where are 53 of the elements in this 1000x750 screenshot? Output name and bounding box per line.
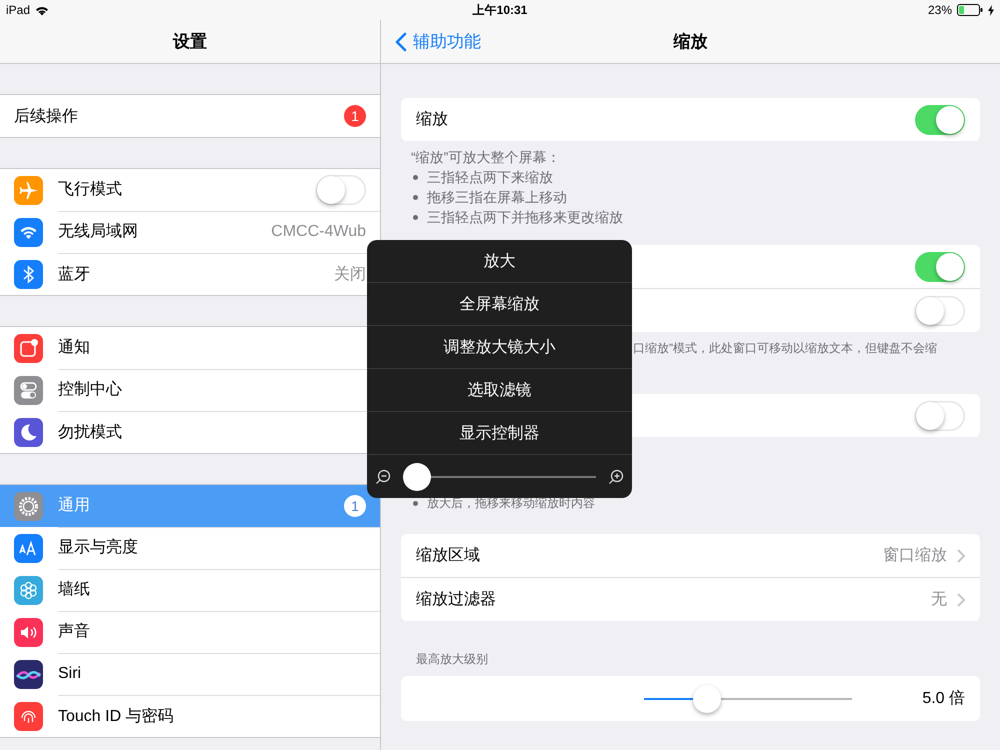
row-value: 无 xyxy=(931,590,947,610)
slider-thumb[interactable] xyxy=(692,684,721,712)
menu-item[interactable]: 全屏幕缩放 xyxy=(367,283,632,326)
back-button[interactable]: 辅助功能 xyxy=(391,20,485,63)
zoom-out-icon[interactable] xyxy=(375,468,391,484)
section-header: 最高放大级别 xyxy=(415,651,489,668)
menu-item[interactable]: 放大 xyxy=(367,240,632,283)
footer-text: 口缩放”模式，此处窗口可移动以缩放文本，但键盘不会缩 xyxy=(633,340,938,357)
settings-item[interactable]: Siri xyxy=(0,653,380,695)
chevron-right-icon xyxy=(957,548,965,562)
battery-percent: 23% xyxy=(928,3,952,17)
nav-title: 设置 xyxy=(173,31,207,53)
toggle-switch[interactable] xyxy=(316,174,366,204)
item-value: 关闭 xyxy=(334,264,366,284)
row-label: 缩放过滤器 xyxy=(416,590,496,610)
row-label: 缩放 xyxy=(416,110,448,130)
row-value: 窗口缩放 xyxy=(883,546,947,566)
menu-item[interactable]: 选取滤镜 xyxy=(367,369,632,412)
zoom-level-slider[interactable] xyxy=(644,684,852,712)
settings-item[interactable]: 墙纸 xyxy=(0,569,380,611)
device-name: iPad xyxy=(6,3,30,17)
nav-title: 缩放 xyxy=(674,31,708,53)
wifi-icon xyxy=(35,4,50,16)
battery-icon xyxy=(957,4,983,16)
notification-badge: 1 xyxy=(344,494,366,516)
footer-text: 拖移三指在屏幕上移动 xyxy=(411,187,970,207)
toggle-switch[interactable] xyxy=(915,252,965,282)
footer-text: 三指轻点两下来缩放 xyxy=(411,167,970,187)
footer-text: 三指轻点两下并拖移来更改缩放 xyxy=(411,207,970,227)
footer-text: 放大后，拖移来移动缩放时内容 xyxy=(411,493,970,513)
settings-item[interactable]: 声音 xyxy=(0,611,380,653)
footer-text: “缩放”可放大整个屏幕： xyxy=(411,148,562,167)
slider-thumb[interactable] xyxy=(403,462,431,490)
notification-badge: 1 xyxy=(344,105,366,127)
toggle-switch[interactable] xyxy=(915,400,965,430)
clock-time: 上午10:31 xyxy=(472,2,528,18)
zoom-slider[interactable] xyxy=(403,462,596,490)
row-label: 缩放区域 xyxy=(416,546,480,566)
toggle-switch[interactable] xyxy=(915,104,965,134)
chevron-right-icon xyxy=(957,592,965,606)
settings-item[interactable]: 后续操作 1 xyxy=(0,95,380,137)
settings-item[interactable]: 通用 1 xyxy=(0,485,380,527)
settings-item[interactable]: Touch ID 与密码 xyxy=(0,695,380,737)
zoom-in-icon[interactable] xyxy=(608,468,624,484)
charging-bolt-icon xyxy=(988,4,994,16)
settings-item[interactable]: 飞行模式 xyxy=(0,169,380,211)
item-value: CMCC-4Wub xyxy=(271,222,366,240)
settings-item[interactable]: 显示与亮度 xyxy=(0,527,380,569)
menu-item[interactable]: 调整放大镜大小 xyxy=(367,326,632,369)
zoom-level-reading: 5.0 倍 xyxy=(922,688,965,709)
toggle-switch[interactable] xyxy=(915,296,965,326)
menu-item[interactable]: 显示控制器 xyxy=(367,412,632,455)
chevron-left-icon xyxy=(395,32,407,52)
